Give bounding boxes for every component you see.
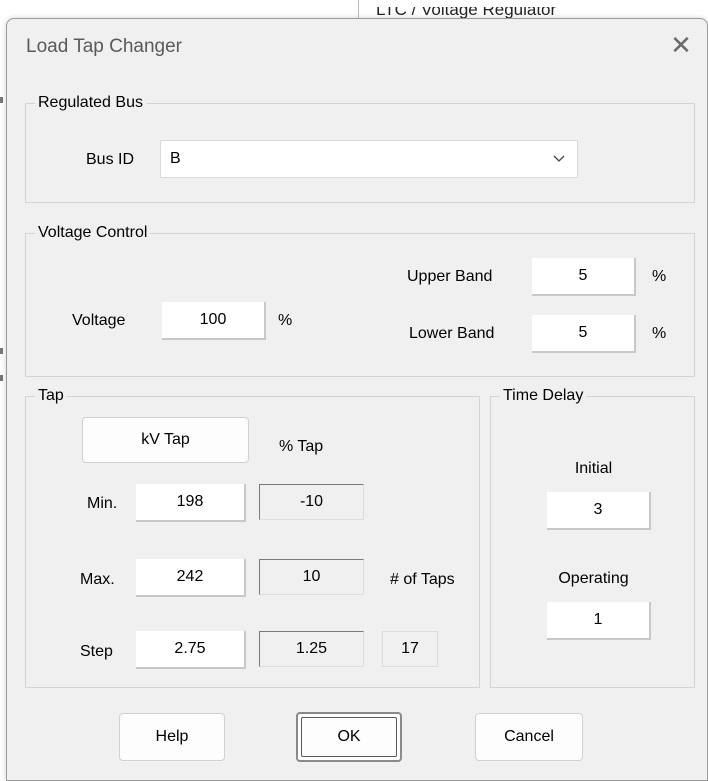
initial-label: Initial — [574, 460, 613, 477]
percent-tap-header: % Tap — [279, 438, 324, 455]
ok-button[interactable]: OK — [296, 712, 402, 762]
tap-legend: Tap — [35, 386, 67, 406]
time-delay-group: Time Delay Initial 3 Operating 1 — [490, 386, 695, 688]
tap-group: Tap kV Tap % Tap Min. 198 -10 Max. 242 1… — [25, 386, 480, 688]
max-label: Max. — [80, 571, 115, 588]
voltage-control-legend: Voltage Control — [35, 223, 151, 243]
voltage-input[interactable]: 100 — [162, 302, 266, 340]
close-icon: ✕ — [670, 29, 692, 60]
bus-id-combobox[interactable]: B — [160, 140, 578, 178]
dialog-title: Load Tap Changer — [26, 36, 182, 57]
regulated-bus-legend: Regulated Bus — [35, 93, 146, 113]
step-label: Step — [80, 643, 113, 660]
operating-delay-input[interactable]: 1 — [547, 602, 651, 640]
step-kv-input[interactable]: 2.75 — [136, 631, 246, 669]
upper-band-input[interactable]: 5 — [532, 258, 636, 296]
upper-band-label: Upper Band — [407, 268, 493, 285]
background-tick — [0, 375, 3, 381]
num-taps-label: # of Taps — [390, 571, 455, 588]
load-tap-changer-dialog: Load Tap Changer ✕ Regulated Bus Bus ID … — [6, 18, 708, 781]
voltage-control-group: Voltage Control Voltage 100 % Upper Band… — [25, 223, 695, 377]
max-kv-input[interactable]: 242 — [136, 559, 246, 597]
bus-id-label: Bus ID — [86, 151, 135, 168]
voltage-unit: % — [278, 312, 293, 329]
operating-label: Operating — [558, 570, 629, 587]
min-percent-field: -10 — [259, 484, 364, 520]
num-taps-value: 17 — [382, 631, 438, 667]
chevron-down-icon[interactable] — [551, 150, 567, 166]
regulated-bus-group: Regulated Bus Bus ID B — [25, 93, 695, 203]
lower-band-unit: % — [652, 325, 667, 342]
cancel-button[interactable]: Cancel — [475, 713, 583, 761]
voltage-label: Voltage — [72, 312, 126, 329]
dialog-titlebar[interactable]: Load Tap Changer ✕ — [7, 19, 707, 75]
background-tick — [0, 348, 3, 354]
help-button[interactable]: Help — [119, 713, 225, 761]
max-percent-field: 10 — [259, 559, 364, 595]
close-button[interactable]: ✕ — [659, 25, 703, 65]
background-divider — [358, 0, 359, 18]
bus-id-value: B — [170, 150, 181, 167]
min-label: Min. — [87, 495, 118, 512]
time-delay-legend: Time Delay — [500, 386, 587, 406]
step-percent-field: 1.25 — [259, 631, 364, 667]
kv-tap-button[interactable]: kV Tap — [82, 417, 249, 463]
background-tick — [0, 97, 3, 103]
initial-delay-input[interactable]: 3 — [547, 492, 651, 530]
lower-band-input[interactable]: 5 — [532, 315, 636, 353]
min-kv-input[interactable]: 198 — [136, 484, 246, 522]
lower-band-label: Lower Band — [409, 325, 495, 342]
background-window-title: LTC / Voltage Regulator — [376, 0, 557, 19]
focus-ring — [301, 717, 397, 757]
upper-band-unit: % — [652, 268, 667, 285]
